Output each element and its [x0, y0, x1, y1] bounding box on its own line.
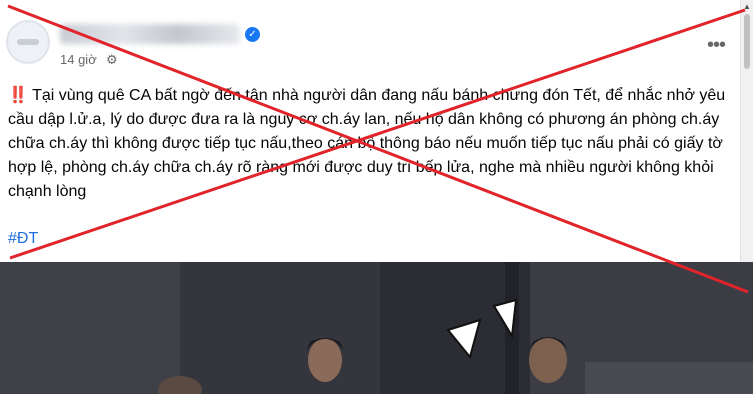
scrollbar[interactable]: ▲	[740, 0, 753, 262]
post-text: ‼️ Tại vùng quê CA bất ngờ đến tận nhà n…	[8, 84, 730, 204]
video-frame[interactable]	[0, 262, 753, 394]
page-avatar[interactable]	[6, 20, 50, 64]
post-body: Tại vùng quê CA bất ngờ đến tận nhà ngườ…	[8, 87, 726, 200]
post-timestamp[interactable]: 14 giờ	[60, 52, 97, 67]
scroll-up-arrow-icon[interactable]: ▲	[743, 2, 751, 11]
more-options-icon[interactable]: •••	[707, 34, 726, 57]
avatar-logo	[17, 39, 39, 45]
facebook-post: ✓ 14 giờ ⚙ ••• ‼️ Tại vùng quê CA bất ng…	[0, 0, 740, 262]
verified-badge-icon: ✓	[245, 27, 260, 42]
video-still	[0, 262, 753, 394]
hashtag-link[interactable]: #ĐT	[8, 230, 38, 248]
gear-icon: ⚙	[106, 52, 118, 67]
page-name-blurred[interactable]	[60, 24, 240, 44]
scrollbar-thumb[interactable]	[744, 14, 750, 69]
double-exclamation-icon: ‼️	[8, 87, 28, 104]
